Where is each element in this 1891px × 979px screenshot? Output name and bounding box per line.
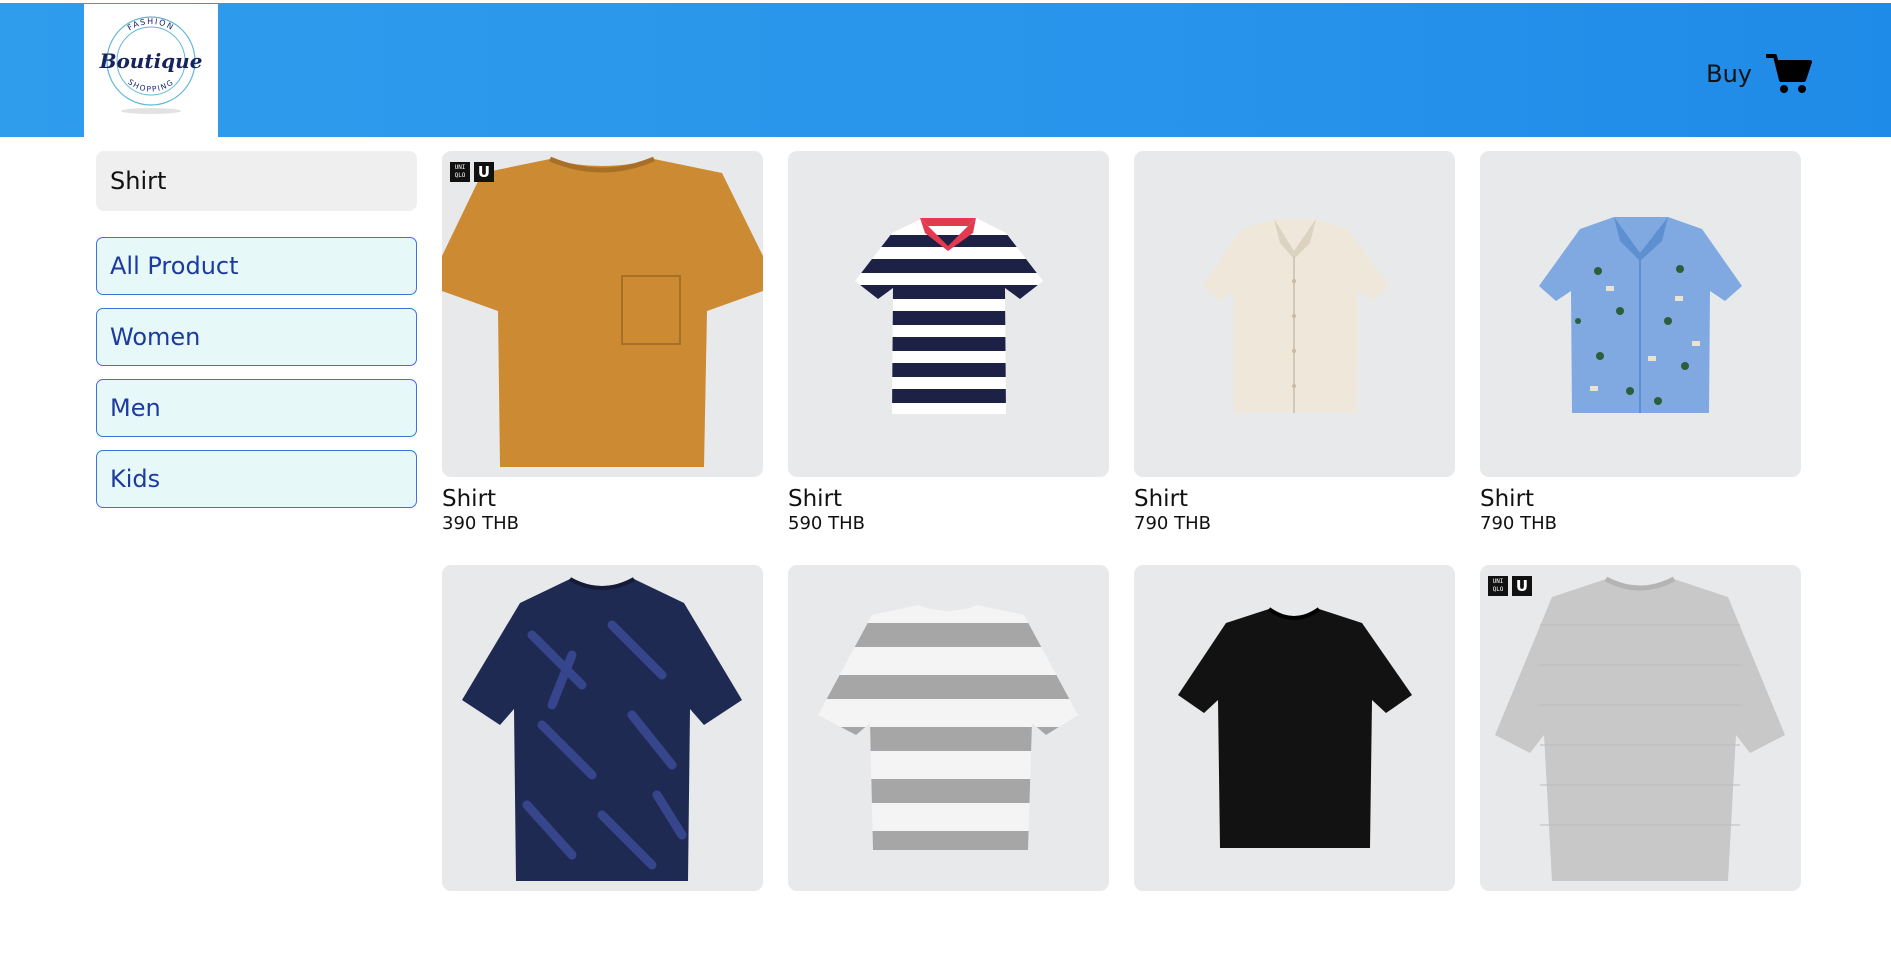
product-price: 590 THB bbox=[788, 513, 865, 534]
product-name: Shirt bbox=[788, 486, 843, 512]
brand-badge-u: U bbox=[474, 162, 494, 182]
search-input[interactable] bbox=[96, 151, 417, 211]
brand-badge-text: UNI QLO bbox=[1488, 576, 1508, 596]
brand-badge: UNI QLO U bbox=[450, 162, 494, 182]
logo-bottom-text: SHOPPING bbox=[126, 77, 174, 93]
product-price: 790 THB bbox=[1480, 513, 1557, 534]
product-image[interactable] bbox=[442, 565, 763, 891]
sidebar: All Product Women Men Kids bbox=[96, 151, 417, 508]
logo-main-text: Boutique bbox=[99, 49, 203, 73]
nav-item-kids[interactable]: Kids bbox=[96, 450, 417, 508]
nav-item-all-product[interactable]: All Product bbox=[96, 237, 417, 295]
product-image[interactable]: UNI QLO U bbox=[442, 151, 763, 477]
product-name: Shirt bbox=[1134, 486, 1189, 512]
logo-emblem: FASHION SHOPPING Boutique bbox=[99, 16, 203, 114]
category-nav: All Product Women Men Kids bbox=[96, 237, 417, 508]
product-card[interactable]: UNI QLO U Shirt 390 THB bbox=[442, 151, 763, 565]
product-card[interactable]: Shirt 590 THB bbox=[788, 151, 1109, 565]
svg-text:FASHION: FASHION bbox=[126, 17, 176, 32]
buy-link[interactable]: Buy bbox=[1706, 50, 1812, 98]
cart-icon[interactable] bbox=[1766, 53, 1812, 95]
product-card[interactable]: Shirt 790 THB bbox=[1134, 151, 1455, 565]
brand-badge-u: U bbox=[1512, 576, 1532, 596]
product-image[interactable] bbox=[1480, 151, 1801, 477]
product-image[interactable] bbox=[788, 151, 1109, 477]
product-card[interactable] bbox=[442, 565, 763, 979]
product-name: Shirt bbox=[442, 486, 497, 512]
product-card[interactable] bbox=[788, 565, 1109, 979]
header: FASHION SHOPPING Boutique Buy bbox=[0, 3, 1891, 137]
product-price: 790 THB bbox=[1134, 513, 1211, 534]
brand-badge: UNI QLO U bbox=[1488, 576, 1532, 596]
logo[interactable]: FASHION SHOPPING Boutique bbox=[84, 4, 218, 137]
product-card[interactable]: Shirt 790 THB bbox=[1480, 151, 1801, 565]
nav-item-men[interactable]: Men bbox=[96, 379, 417, 437]
product-image[interactable]: UNI QLO U bbox=[1480, 565, 1801, 891]
brand-badge-text: UNI QLO bbox=[450, 162, 470, 182]
svg-text:SHOPPING: SHOPPING bbox=[126, 77, 176, 93]
product-grid: UNI QLO U Shirt 390 THB Shirt 590 THB Sh… bbox=[442, 151, 1801, 979]
product-image[interactable] bbox=[1134, 151, 1455, 477]
product-card[interactable]: UNI QLO U bbox=[1480, 565, 1801, 979]
product-image[interactable] bbox=[1134, 565, 1455, 891]
product-name: Shirt bbox=[1480, 486, 1535, 512]
buy-label: Buy bbox=[1706, 60, 1752, 88]
product-image[interactable] bbox=[788, 565, 1109, 891]
product-card[interactable] bbox=[1134, 565, 1455, 979]
product-price: 390 THB bbox=[442, 513, 519, 534]
nav-item-women[interactable]: Women bbox=[96, 308, 417, 366]
logo-top-text: FASHION bbox=[126, 17, 175, 32]
